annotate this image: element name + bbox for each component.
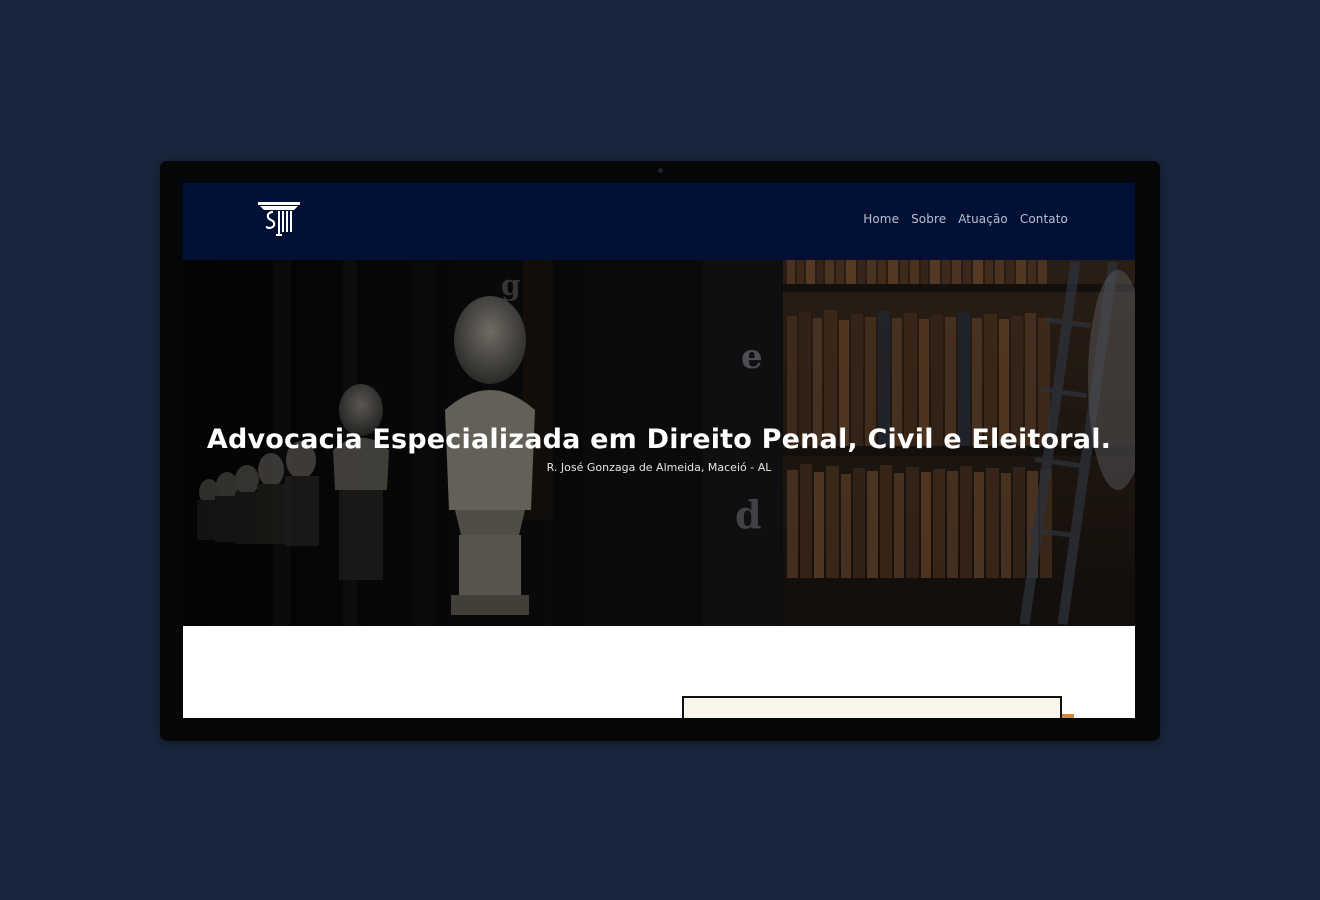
website-screen: Home Sobre Atuação Contato g e d Advocac… <box>183 183 1135 718</box>
nav-item-home[interactable]: Home <box>863 212 899 226</box>
device-monitor-frame: Home Sobre Atuação Contato g e d Advocac… <box>160 161 1160 741</box>
navbar: Home Sobre Atuação Contato <box>183 183 1135 260</box>
webcam-dot <box>658 168 663 173</box>
nav-item-atuacao[interactable]: Atuação <box>958 212 1008 226</box>
hero-address: R. José Gonzaga de Almeida, Maceió - AL <box>546 461 772 474</box>
nav-item-contato[interactable]: Contato <box>1020 212 1068 226</box>
nav-item-sobre[interactable]: Sobre <box>911 212 946 226</box>
card-accent-bar <box>1062 714 1074 718</box>
hero-banner: g e d Advocacia Especializada em Direito… <box>183 260 1135 626</box>
hero-title: Advocacia Especializada em Direito Penal… <box>206 424 1112 456</box>
main-navigation: Home Sobre Atuação Contato <box>863 212 1068 226</box>
image-card-frame <box>682 696 1062 718</box>
law-firm-logo[interactable] <box>256 200 302 240</box>
content-section <box>183 626 1135 718</box>
